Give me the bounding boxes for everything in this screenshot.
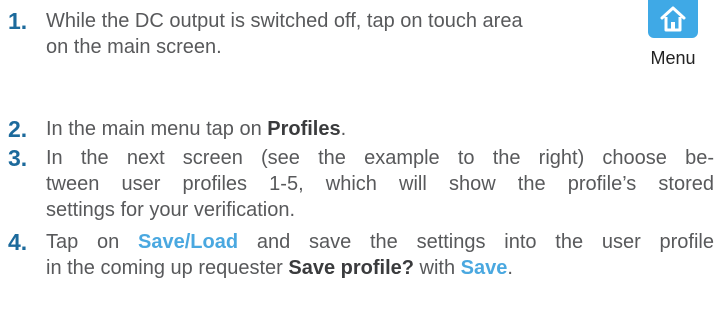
home-icon [648,0,698,38]
step-text-suffix: . [507,257,513,279]
step-3: 3. In the next screen (see the example t… [0,145,720,229]
step-text: Tap on Save/Load and save the settings i… [46,229,714,281]
menu-touch-area[interactable]: Menu [641,0,705,72]
save-profile-label: Save profile? [288,257,414,279]
step-text-prefix: Tap on [46,231,139,253]
step-number: 3. [8,145,28,171]
step-number: 4. [8,229,28,255]
step-text: In the main menu tap on Profiles. [46,116,346,142]
step-text-prefix: in the coming up requester [46,257,289,279]
step-text-line: In the next screen (see the example to t… [46,147,714,169]
step-text-line: Tap on Save/Load and save the settings i… [46,229,714,255]
step-2: 2. In the main menu tap on Profiles. [0,116,720,144]
step-text-line: on the main screen. [46,36,222,58]
step-text: In the next screen (see the example to t… [46,145,714,223]
step-4: 4. Tap on Save/Load and save the setting… [0,229,720,289]
step-text-line: in the coming up requester Save profile?… [46,255,714,281]
step-1: 1. While the DC output is switched off, … [0,8,640,64]
step-text-line: settings for your verification. [46,199,295,221]
menu-label: Menu [650,48,696,68]
step-text-suffix: and save the settings into the user prof… [238,231,714,253]
step-text: While the DC output is switched off, tap… [46,8,523,60]
save-label: Save [460,257,508,279]
step-text-line: tween user profiles 1-5, which will show… [46,173,714,195]
step-number: 2. [8,116,28,142]
profiles-label: Profiles [267,118,341,140]
step-text-line: While the DC output is switched off, tap… [46,10,523,32]
step-number: 1. [8,8,28,34]
step-text-suffix: . [340,118,347,140]
step-text-mid: with [413,257,461,279]
step-text-prefix: In the main menu tap on [46,118,268,140]
save-load-label: Save/Load [138,231,239,253]
